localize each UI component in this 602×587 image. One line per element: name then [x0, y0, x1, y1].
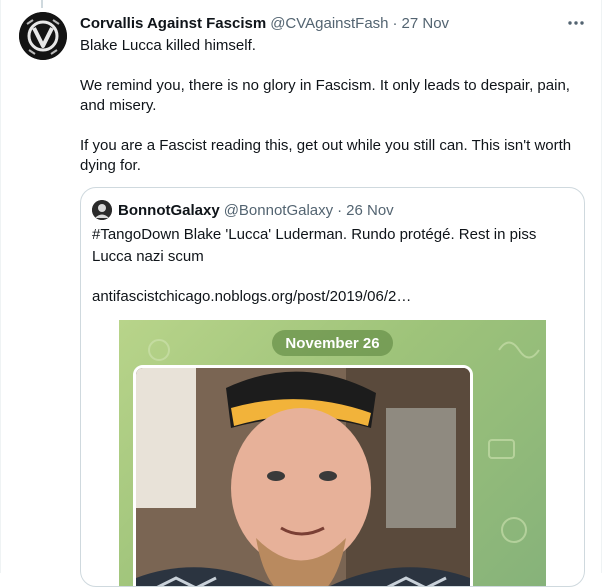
tweet-paragraph: Blake Lucca killed himself.	[80, 37, 256, 54]
author-avatar[interactable]	[19, 12, 67, 60]
quoted-tweet-paragraph: #TangoDown Blake 'Lucca' Luderman. Rundo…	[92, 226, 537, 265]
date-badge: November 26	[272, 330, 393, 356]
tweet-paragraph: We remind you, there is no glory in Fasc…	[80, 77, 570, 114]
quoted-tweet-text: #TangoDown Blake 'Lucca' Luderman. Rundo…	[92, 224, 562, 326]
quoted-tweet[interactable]: BonnotGalaxy @BonnotGalaxy · 26 Nov #Tan…	[80, 187, 585, 587]
tweet-paragraph: If you are a Fascist reading this, get o…	[80, 137, 572, 174]
tweet[interactable]: Corvallis Against Fascism @CVAgainstFash…	[0, 0, 602, 587]
quoted-tweet-media[interactable]: November 26	[119, 320, 546, 586]
quoted-author-name: BonnotGalaxy	[118, 201, 220, 219]
quoted-tweet-date: 26 Nov	[346, 201, 394, 219]
author-name[interactable]: Corvallis Against Fascism	[80, 15, 266, 32]
tweet-text: Blake Lucca killed himself. We remind yo…	[80, 36, 590, 196]
person-photo	[136, 368, 470, 586]
ellipsis-icon	[568, 21, 584, 25]
thread-line	[41, 0, 43, 8]
separator-dot: ·	[337, 201, 343, 219]
quoted-author-handle: @BonnotGalaxy	[223, 201, 334, 219]
tweet-header: Corvallis Against Fascism @CVAgainstFash…	[80, 12, 591, 34]
author-handle[interactable]: @CVAgainstFash	[270, 15, 388, 32]
quoted-author-avatar	[92, 200, 112, 220]
tweet-date[interactable]: 27 Nov	[402, 15, 450, 32]
photo	[133, 365, 473, 586]
avatar-logo-icon	[19, 12, 67, 60]
quoted-tweet-link: antifascistchicago.noblogs.org/post/2019…	[92, 288, 412, 305]
quoted-tweet-header: BonnotGalaxy @BonnotGalaxy · 26 Nov	[92, 200, 394, 220]
separator-dot: ·	[392, 14, 398, 32]
quoted-avatar-icon	[92, 200, 112, 220]
more-options-button[interactable]	[565, 14, 587, 32]
